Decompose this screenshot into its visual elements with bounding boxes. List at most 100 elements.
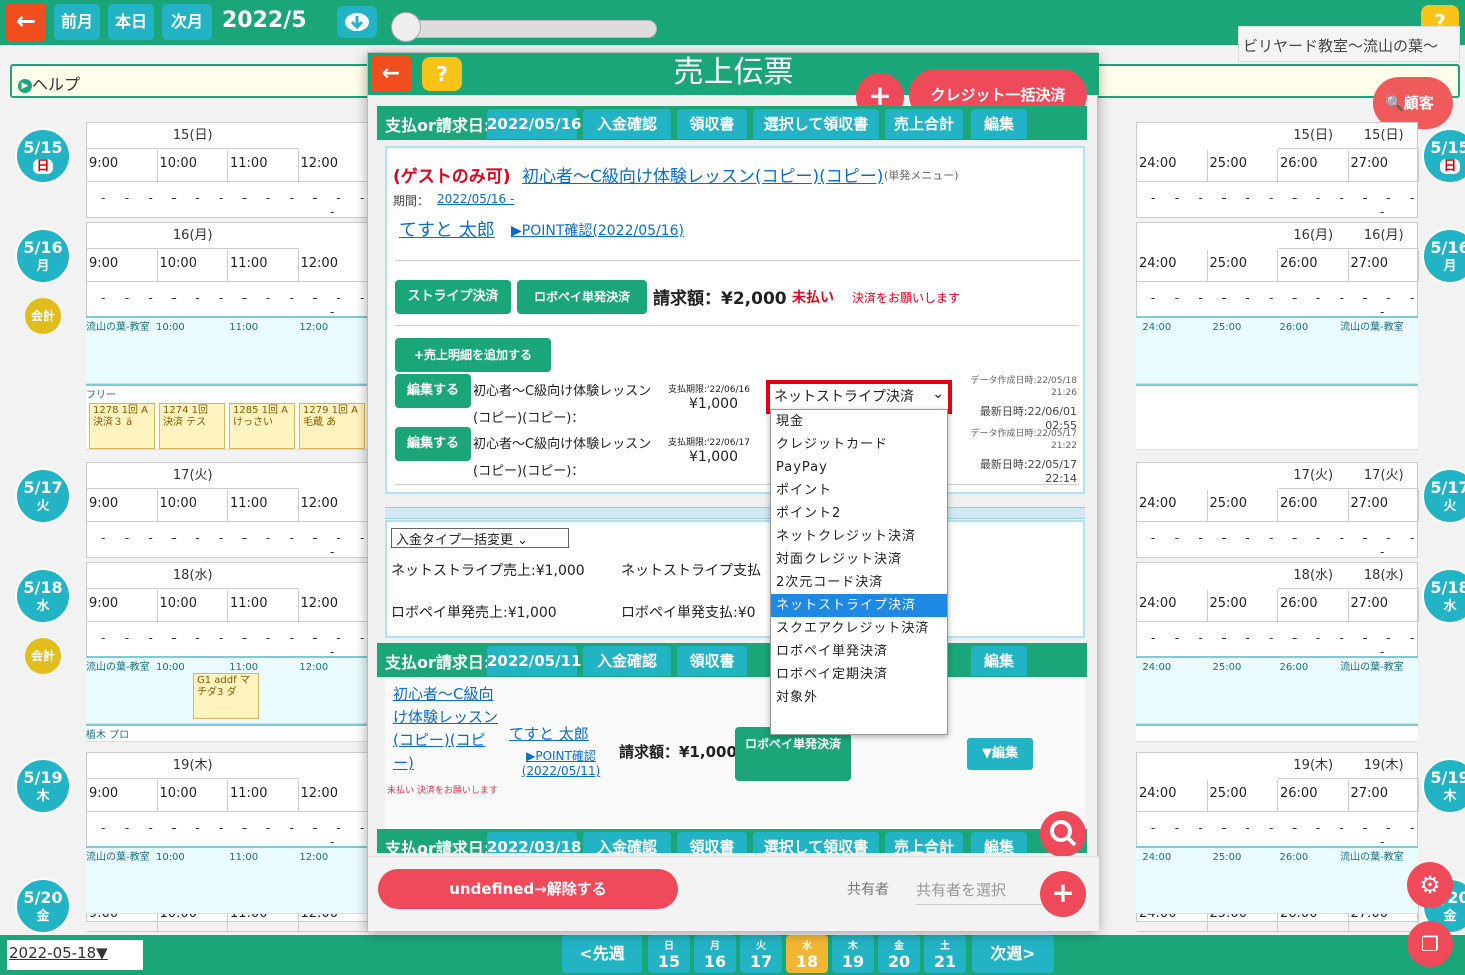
day-bubble-520[interactable]: 5/20 金 [15,878,71,934]
week-day-17[interactable]: 火 17 [740,935,782,973]
copy-icon[interactable]: ❐ [1407,921,1453,967]
settings-gear-icon[interactable]: ⚙ [1407,862,1453,908]
robopay-single-button[interactable]: ロボペイ単発決済 [735,727,851,781]
time-cell[interactable]: 27:00 [1348,780,1419,812]
back-button[interactable]: ← [6,3,46,41]
section-date[interactable]: 2022/05/16 [487,109,581,139]
prev-month-button[interactable]: 前月 [54,4,100,40]
undefined-release-button[interactable]: undefined→解除する [378,869,678,909]
time-cell[interactable]: 27:00 [1348,250,1419,282]
cloud-download-icon[interactable] [337,6,377,38]
accounting-badge[interactable]: 会計 [25,298,61,334]
time-cell[interactable]: 25:00 [1207,590,1278,622]
payment-option[interactable]: ロボペイ単発決済 [771,640,947,663]
time-cell[interactable]: 25:00 [1207,490,1278,522]
payment-option[interactable]: クレジットカード [771,433,947,456]
deposit-check-button[interactable]: 入金確認 [583,109,671,139]
deposit-check-button[interactable]: 入金確認 [583,646,671,676]
time-cell[interactable]: 27:00 [1348,490,1419,522]
reservation-event[interactable]: 1285 1回 Aけっさい [229,403,295,449]
room-row[interactable]: 流山の葉-教室 10:00 11:00 12:00 [86,316,368,384]
room-row[interactable]: 24:00 25:00 26:00 流山の葉-教室 [1136,846,1418,914]
payment-option[interactable]: ネットクレジット決済 [771,525,947,548]
payment-option[interactable]: スクエアクレジット決済 [771,617,947,640]
day-bubble-518[interactable]: 5/18 水 [15,568,71,624]
add-sharer-button[interactable]: + [1040,871,1086,917]
payment-option[interactable]: 対象外 [771,686,947,709]
time-cell[interactable]: 26:00 [1278,150,1349,182]
deposit-check-button[interactable]: 入金確認 [583,832,671,853]
day-bubble-519[interactable]: 5/19 木 [15,758,71,814]
time-cell[interactable]: 9:00 [87,780,158,812]
time-cell[interactable]: 25:00 [1207,250,1278,282]
uki-row[interactable] [1136,724,1418,742]
time-cell[interactable]: 25:00 [1207,150,1278,182]
point-check-link[interactable]: ▶POINT確認(2022/05/16) [511,220,684,240]
edit-line-button[interactable]: 編集する [395,374,471,408]
time-cell[interactable]: 10:00 [157,250,228,282]
payment-option[interactable]: 現金 [771,410,947,433]
time-cell[interactable]: 26:00 [1278,490,1349,522]
week-day-16[interactable]: 月 16 [694,935,736,973]
edit-section-button[interactable]: 編集 [971,109,1027,139]
reservation-event[interactable]: 1274 1回 決済 テス [159,403,225,449]
day-bubble-517[interactable]: 5/17 火 [15,468,71,524]
time-cell[interactable]: 10:00 [157,590,228,622]
time-cell[interactable]: 11:00 [228,780,299,812]
time-cell[interactable]: 25:00 [1207,780,1278,812]
time-cell[interactable]: 11:00 [228,490,299,522]
payment-option[interactable]: ポイント2 [771,502,947,525]
time-cell[interactable]: 11:00 [228,250,299,282]
reservation-event[interactable]: 1278 1回 A決済３ ä [89,403,155,449]
sharer-select[interactable]: 共有者を選択 [916,879,1041,905]
section-date[interactable]: 2022/03/18 [487,832,581,853]
edit-section-button[interactable]: 編集 [971,646,1027,676]
time-cell[interactable]: 10:00 [157,780,228,812]
payment-option[interactable]: ロボペイ定期決済 [771,663,947,686]
time-cell[interactable]: 11:00 [228,150,299,182]
select-receipt-button[interactable]: 選択して領収書 [753,109,879,139]
time-cell[interactable]: 26:00 [1278,780,1349,812]
today-button[interactable]: 本日 [108,4,154,40]
customer-link[interactable]: てすと 太郎 [399,216,495,242]
stripe-pay-button[interactable]: ストライプ決済 [395,280,511,314]
receipt-button[interactable]: 領収書 [677,109,747,139]
day-bubble-516[interactable]: 5/16 月 [15,228,71,284]
room-row[interactable]: 24:00 25:00 26:00 流山の葉-教室 [1136,316,1418,384]
time-cell[interactable]: 11:00 [228,590,299,622]
time-cell[interactable]: 9:00 [87,250,158,282]
period-link[interactable]: 2022/05/16 - [437,192,514,206]
time-cell[interactable]: 24:00 [1137,780,1208,812]
time-cell[interactable]: 10:00 [157,150,228,182]
deposit-type-select[interactable]: 入金タイプ一括変更 ⌄ [391,528,569,548]
select-receipt-button[interactable]: 選択して領収書 [753,832,879,853]
day-bubble-515-right[interactable]: 5/15 日 [1422,128,1465,184]
section-date[interactable]: 2022/05/11 [487,646,581,676]
time-cell[interactable]: 26:00 [1278,590,1349,622]
date-picker[interactable]: 2022-05-18▼ [7,940,143,970]
menu-link[interactable]: 初心者〜C級向け体験レッスン(コピー)(コピー) [522,162,883,187]
time-cell[interactable]: 24:00 [1137,250,1208,282]
prev-week-button[interactable]: <先週 [562,935,642,973]
next-month-button[interactable]: 次月 [162,4,212,40]
time-cell[interactable]: 9:00 [87,150,158,182]
day-bubble-519-right[interactable]: 5/19 木 [1422,758,1465,814]
zoom-slider-handle[interactable] [391,12,421,42]
time-cell[interactable]: 26:00 [1278,250,1349,282]
modal-back-button[interactable]: ← [371,56,411,92]
group-event[interactable]: G1 addf マチダ3 ダ [193,673,259,719]
time-cell[interactable]: 24:00 [1137,590,1208,622]
day-bubble-518-right[interactable]: 5/18 水 [1422,568,1465,624]
sales-total-button[interactable]: 売上合計 [885,109,963,139]
point-check-link[interactable]: ▶POINT確認(2022/05/11) [521,749,601,779]
payment-option[interactable]: ネットストライプ決済 [771,594,947,617]
day-bubble-515[interactable]: 5/15 日 [15,128,71,184]
time-cell[interactable]: 12:00 [298,780,369,812]
next-week-button[interactable]: 次週> [972,935,1054,973]
robopay-single-button[interactable]: ロボペイ単発決済 [517,280,647,314]
free-row[interactable] [1136,384,1418,450]
time-cell[interactable]: 27:00 [1348,150,1419,182]
time-cell[interactable]: 12:00 [298,490,369,522]
search-icon[interactable] [1040,811,1086,857]
time-cell[interactable]: 24:00 [1137,150,1208,182]
